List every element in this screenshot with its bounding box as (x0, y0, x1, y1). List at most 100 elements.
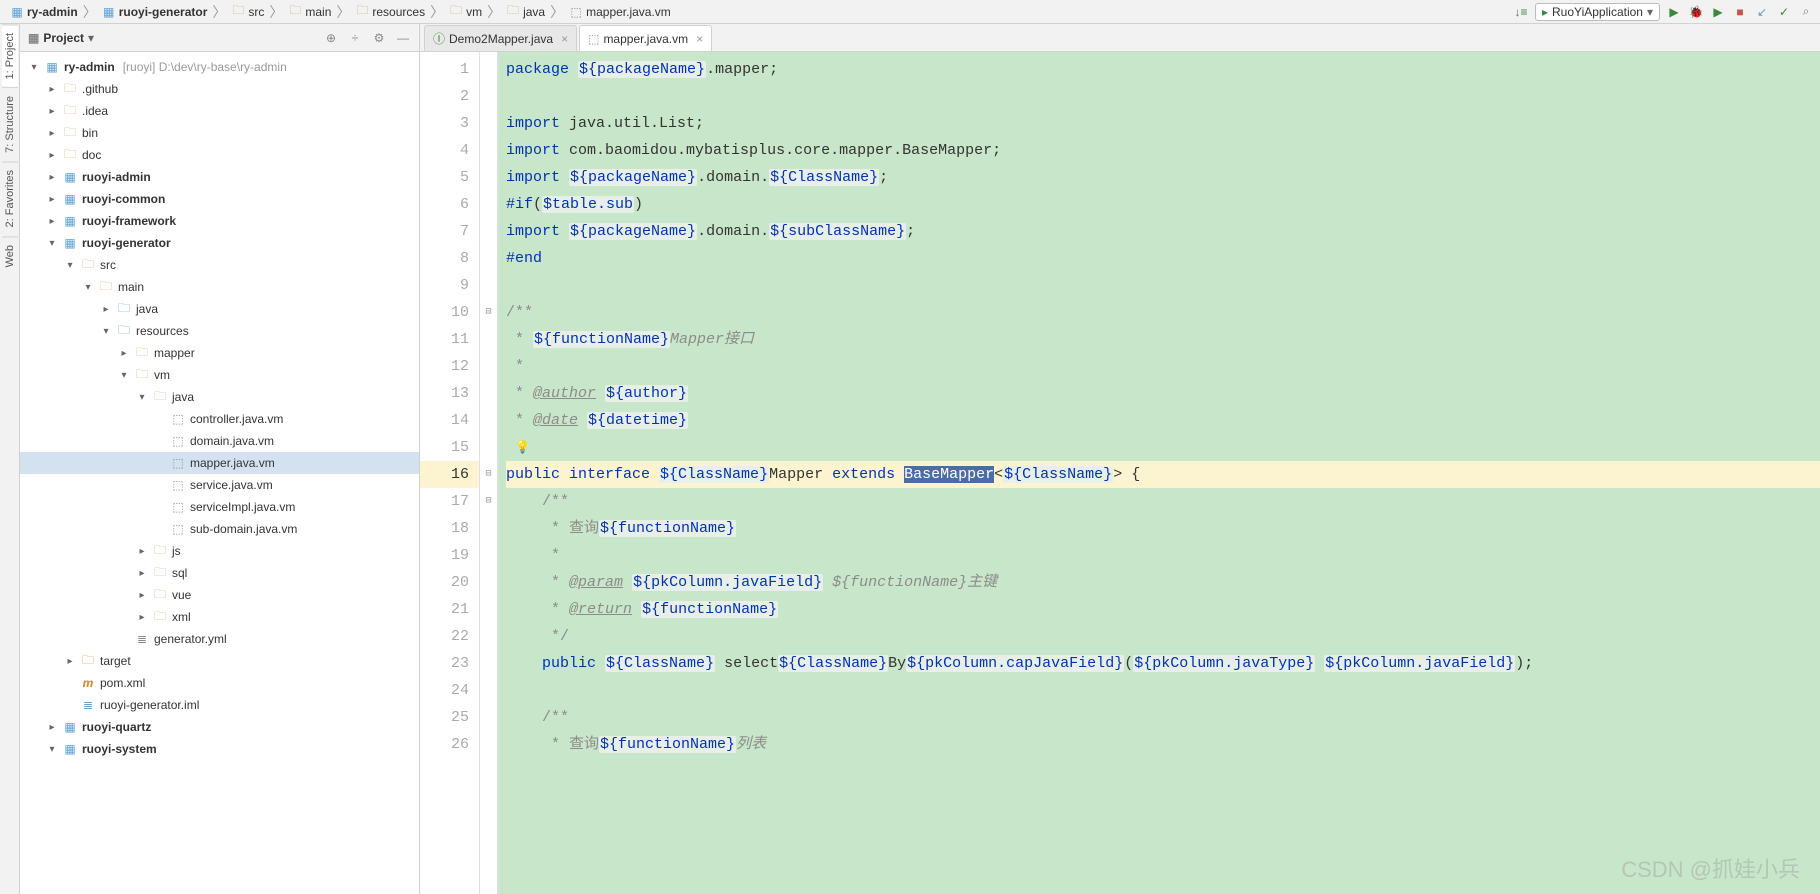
expand-all-icon[interactable]: ÷ (347, 30, 363, 46)
tree-item[interactable]: ▸🗀java (20, 298, 419, 320)
code-editor[interactable]: 1234567891011121314151617181920212223242… (420, 52, 1820, 894)
tree-arrow-icon[interactable]: ▸ (136, 612, 148, 623)
code-line[interactable]: */ (506, 623, 1820, 650)
code-line[interactable]: import com.baomidou.mybatisplus.core.map… (506, 137, 1820, 164)
code-line[interactable]: * @date ${datetime} (506, 407, 1820, 434)
close-tab-icon[interactable]: × (561, 32, 568, 46)
code-line[interactable]: #if($table.sub) (506, 191, 1820, 218)
tree-item[interactable]: ▸🗀bin (20, 122, 419, 144)
code-line[interactable]: public ${ClassName} select${ClassName}By… (506, 650, 1820, 677)
code-line[interactable]: * 查询${functionName}列表 (506, 731, 1820, 758)
git-commit-icon[interactable]: ✓ (1776, 4, 1792, 20)
run-icon[interactable]: ▶ (1666, 4, 1682, 20)
code-line[interactable]: import java.util.List; (506, 110, 1820, 137)
code-line[interactable]: * @return ${functionName} (506, 596, 1820, 623)
side-tab[interactable]: 7: Structure (2, 87, 18, 161)
project-tree[interactable]: ▾▦ry-admin[ruoyi] D:\dev\ry-base\ry-admi… (20, 52, 419, 894)
tree-arrow-icon[interactable]: ▸ (118, 348, 130, 359)
code-line[interactable] (506, 677, 1820, 704)
breadcrumb-item[interactable]: 🗀java (502, 5, 549, 19)
tree-item[interactable]: ▾🗀resources (20, 320, 419, 342)
tree-arrow-icon[interactable]: ▾ (64, 260, 76, 271)
tree-arrow-icon[interactable]: ▸ (64, 656, 76, 667)
code-line[interactable] (506, 83, 1820, 110)
code-body[interactable]: package ${packageName}.mapper; import ja… (498, 52, 1820, 894)
git-update-icon[interactable]: ↙ (1754, 4, 1770, 20)
code-line[interactable]: 💡 (506, 434, 1820, 461)
tree-item[interactable]: ▸🗀mapper (20, 342, 419, 364)
tree-item[interactable]: ▾🗀src (20, 254, 419, 276)
tree-item[interactable]: ▸🗀xml (20, 606, 419, 628)
breadcrumb-item[interactable]: ▦ry-admin (6, 5, 82, 19)
tree-arrow-icon[interactable]: ▸ (46, 172, 58, 183)
tree-item[interactable]: ▸🗀sql (20, 562, 419, 584)
breadcrumb-item[interactable]: 🗀resources (351, 5, 429, 19)
code-line[interactable]: /** (506, 704, 1820, 731)
breadcrumb-item[interactable]: 🗀src (227, 5, 268, 19)
close-tab-icon[interactable]: × (696, 32, 703, 46)
tree-item[interactable]: ▾🗀vm (20, 364, 419, 386)
tree-item[interactable]: ⬚sub-domain.java.vm (20, 518, 419, 540)
coverage-icon[interactable]: ▶ (1710, 4, 1726, 20)
code-line[interactable]: * ${functionName}Mapper接口 (506, 326, 1820, 353)
tree-item[interactable]: ⬚domain.java.vm (20, 430, 419, 452)
fold-gutter[interactable]: ⊟⊟⊟ (480, 52, 498, 894)
debug-icon[interactable]: 🐞 (1688, 4, 1704, 20)
tree-arrow-icon[interactable]: ▾ (118, 370, 130, 381)
side-tab[interactable]: Web (2, 236, 18, 275)
tree-arrow-icon[interactable]: ▾ (46, 744, 58, 755)
tree-item[interactable]: ▾▦ry-admin[ruoyi] D:\dev\ry-base\ry-admi… (20, 56, 419, 78)
select-opened-file-icon[interactable]: ⊕ (323, 30, 339, 46)
code-line[interactable]: * (506, 542, 1820, 569)
tree-item[interactable]: ▸🗀js (20, 540, 419, 562)
tree-item[interactable]: ⬚controller.java.vm (20, 408, 419, 430)
tree-item[interactable]: ▾🗀main (20, 276, 419, 298)
tree-item[interactable]: ≣ruoyi-generator.iml (20, 694, 419, 716)
tree-item[interactable]: ▾▦ruoyi-generator (20, 232, 419, 254)
editor-tab[interactable]: ⒾDemo2Mapper.java× (424, 25, 577, 51)
editor-tab[interactable]: ⬚mapper.java.vm× (579, 25, 712, 51)
tree-item[interactable]: ▾▦ruoyi-system (20, 738, 419, 760)
tree-item[interactable]: ▸🗀target (20, 650, 419, 672)
tree-item[interactable]: ⬚service.java.vm (20, 474, 419, 496)
breadcrumb-item[interactable]: ▦ruoyi-generator (98, 5, 212, 19)
tree-item[interactable]: ▸🗀vue (20, 584, 419, 606)
code-line[interactable] (506, 272, 1820, 299)
tree-item[interactable]: ▸▦ruoyi-admin (20, 166, 419, 188)
side-tab[interactable]: 1: Project (2, 24, 18, 87)
run-config-dropdown[interactable]: ▸ RuoYiApplication ▾ (1535, 3, 1660, 21)
tree-arrow-icon[interactable]: ▸ (136, 590, 148, 601)
code-line[interactable]: * 查询${functionName} (506, 515, 1820, 542)
code-line[interactable]: #end (506, 245, 1820, 272)
code-line[interactable]: * @param ${pkColumn.javaField} ${functio… (506, 569, 1820, 596)
hide-icon[interactable]: — (395, 30, 411, 46)
tree-arrow-icon[interactable]: ▸ (136, 546, 148, 557)
search-icon[interactable]: ⌕ (1798, 4, 1814, 20)
tree-arrow-icon[interactable]: ▾ (100, 326, 112, 337)
stop-icon[interactable]: ■ (1732, 4, 1748, 20)
code-line[interactable]: * @author ${author} (506, 380, 1820, 407)
tree-arrow-icon[interactable]: ▸ (100, 304, 112, 315)
breadcrumb-item[interactable]: 🗀vm (445, 5, 486, 19)
tree-item[interactable]: ▸▦ruoyi-quartz (20, 716, 419, 738)
tree-arrow-icon[interactable]: ▸ (46, 128, 58, 139)
tree-arrow-icon[interactable]: ▸ (46, 84, 58, 95)
tree-item[interactable]: mpom.xml (20, 672, 419, 694)
tree-arrow-icon[interactable]: ▸ (46, 722, 58, 733)
code-line[interactable]: * (506, 353, 1820, 380)
tree-arrow-icon[interactable]: ▾ (136, 392, 148, 403)
tree-arrow-icon[interactable]: ▸ (136, 568, 148, 579)
code-line[interactable]: /** (506, 488, 1820, 515)
tree-item[interactable]: ▾🗀java (20, 386, 419, 408)
tree-arrow-icon[interactable]: ▸ (46, 194, 58, 205)
code-line[interactable]: package ${packageName}.mapper; (506, 56, 1820, 83)
tree-item[interactable]: ▸🗀.github (20, 78, 419, 100)
side-tab[interactable]: 2: Favorites (2, 161, 18, 235)
tree-arrow-icon[interactable]: ▸ (46, 216, 58, 227)
tree-arrow-icon[interactable]: ▾ (28, 62, 40, 73)
code-line[interactable]: import ${packageName}.domain.${subClassN… (506, 218, 1820, 245)
settings-icon[interactable]: ⚙ (371, 30, 387, 46)
tree-arrow-icon[interactable]: ▸ (46, 150, 58, 161)
breadcrumb-item[interactable]: ⬚mapper.java.vm (565, 5, 675, 19)
tree-item[interactable]: ▸▦ruoyi-framework (20, 210, 419, 232)
